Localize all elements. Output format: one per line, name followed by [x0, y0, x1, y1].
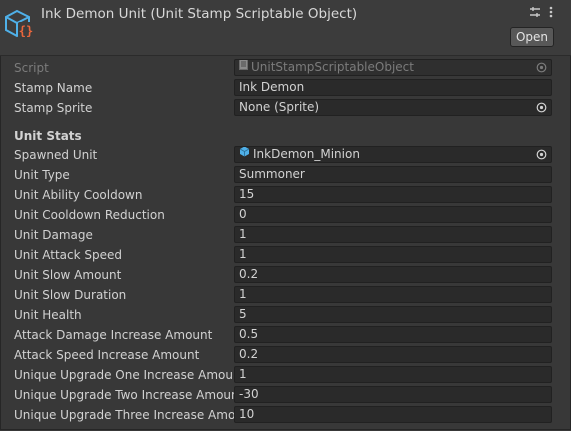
stat-label: Unit Attack Speed [14, 248, 122, 262]
object-picker-icon [536, 62, 547, 73]
stamp-sprite-field[interactable]: None (Sprite) [234, 99, 552, 116]
prefab-cube-icon [239, 147, 250, 161]
stat-row: Unique Upgrade Three Increase Amoun 10 [0, 405, 571, 425]
stamp-name-label: Stamp Name [14, 81, 93, 95]
stat-label: Unique Upgrade Two Increase Amount [14, 388, 234, 402]
script-value: UnitStampScriptableObject [251, 60, 414, 74]
script-row: Script UnitStampScriptableObject [0, 58, 571, 78]
stat-input[interactable]: 0.2 [234, 266, 552, 283]
stat-input[interactable]: 5 [234, 306, 552, 323]
stat-label: Unit Damage [14, 228, 93, 242]
stat-label: Unit Type [14, 168, 70, 182]
stat-input[interactable]: -30 [234, 386, 552, 403]
inspector-title: Ink Demon Unit (Unit Stamp Scriptable Ob… [41, 6, 358, 22]
scriptable-object-icon: {} [5, 9, 34, 38]
stamp-name-input[interactable]: Ink Demon [234, 79, 552, 96]
stat-input[interactable]: 0 [234, 206, 552, 223]
stat-input[interactable]: 0.5 [234, 326, 552, 343]
stat-input[interactable]: 1 [234, 246, 552, 263]
stat-input[interactable]: 10 [234, 406, 552, 423]
stat-label: Unit Slow Duration [14, 288, 127, 302]
stat-input[interactable]: 1 [234, 366, 552, 383]
stat-label: Unique Upgrade Three Increase Amoun [14, 408, 234, 422]
stat-row: Unit Slow Duration 1 [0, 285, 571, 305]
script-field: UnitStampScriptableObject [234, 59, 552, 76]
stat-label: Unit Ability Cooldown [14, 188, 143, 202]
stamp-sprite-label: Stamp Sprite [14, 101, 93, 115]
object-picker-icon[interactable] [536, 149, 547, 160]
stat-label: Unit Health [14, 308, 82, 322]
spawned-unit-field[interactable]: InkDemon_Minion [234, 146, 552, 163]
stat-row: Unit Type Summoner [0, 165, 571, 185]
script-label: Script [14, 61, 49, 75]
stat-row: Unique Upgrade One Increase Amount 1 [0, 365, 571, 385]
stat-label: Attack Speed Increase Amount [14, 348, 200, 362]
stat-row: Unique Upgrade Two Increase Amount -30 [0, 385, 571, 405]
stat-row: Unit Cooldown Reduction 0 [0, 205, 571, 225]
stat-row: Unit Attack Speed 1 [0, 245, 571, 265]
object-picker-icon[interactable] [536, 102, 547, 113]
unit-stats-header: Unit Stats [14, 129, 82, 143]
kebab-menu-icon[interactable] [545, 6, 557, 20]
stamp-name-row: Stamp Name Ink Demon [0, 78, 571, 98]
script-file-icon [239, 60, 248, 74]
stat-row: Unit Health 5 [0, 305, 571, 325]
stat-label: Unit Slow Amount [14, 268, 122, 282]
stamp-sprite-row: Stamp Sprite None (Sprite) [0, 98, 571, 118]
stat-row: Unit Slow Amount 0.2 [0, 265, 571, 285]
spawned-unit-row: Spawned Unit InkDemon_Minion [0, 145, 571, 165]
preset-settings-icon[interactable] [529, 6, 541, 20]
stat-input[interactable]: 15 [234, 186, 552, 203]
stat-row: Unit Ability Cooldown 15 [0, 185, 571, 205]
stat-input[interactable]: 0.2 [234, 346, 552, 363]
spawned-unit-value: InkDemon_Minion [253, 147, 360, 161]
stamp-sprite-value: None (Sprite) [239, 100, 320, 114]
stat-label: Unit Cooldown Reduction [14, 208, 165, 222]
inspector-header: {} Ink Demon Unit (Unit Stamp Scriptable… [0, 0, 571, 56]
stat-input[interactable]: 1 [234, 286, 552, 303]
stat-label: Unique Upgrade One Increase Amount [14, 368, 234, 382]
stat-row: Attack Damage Increase Amount 0.5 [0, 325, 571, 345]
stat-row: Attack Speed Increase Amount 0.2 [0, 345, 571, 365]
svg-text:{}: {} [19, 24, 33, 38]
stat-row: Unit Damage 1 [0, 225, 571, 245]
stat-input[interactable]: 1 [234, 226, 552, 243]
open-button[interactable]: Open [510, 27, 554, 47]
spawned-unit-label: Spawned Unit [14, 148, 98, 162]
stat-input[interactable]: Summoner [234, 166, 552, 183]
stat-label: Attack Damage Increase Amount [14, 328, 213, 342]
